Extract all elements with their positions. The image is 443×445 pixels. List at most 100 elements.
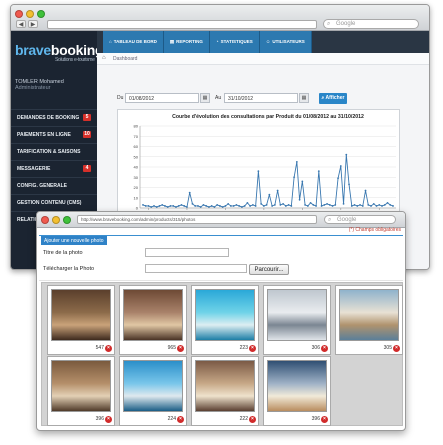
data-point xyxy=(260,203,263,205)
data-point xyxy=(345,153,348,156)
tab-statistiques[interactable]: ◔ STATISTIQUES xyxy=(209,31,260,53)
search-icon: ⌕ xyxy=(328,217,332,223)
data-point xyxy=(210,205,213,207)
close-window-button[interactable] xyxy=(15,10,23,18)
browser-titlebar: http://www.bravebooking.com/admin/produc… xyxy=(37,212,405,228)
data-point xyxy=(320,205,323,207)
calendar-icon[interactable]: ▦ xyxy=(299,93,309,103)
data-point xyxy=(381,205,383,207)
afficher-button[interactable]: ⌕ Afficher xyxy=(319,93,347,104)
back-arrow-icon[interactable]: ◀ xyxy=(16,20,26,28)
y-tick-label: 30 xyxy=(134,175,139,180)
data-point xyxy=(219,205,221,207)
upload-file-input[interactable] xyxy=(145,264,247,273)
data-point xyxy=(364,189,367,192)
tab-label: UTILISATEURS xyxy=(272,39,305,44)
photo-thumbnail[interactable]: 222 × xyxy=(191,356,259,426)
photo-id: 305 xyxy=(383,345,392,351)
delete-icon[interactable]: × xyxy=(321,416,328,423)
photo-title-input[interactable] xyxy=(145,248,229,257)
data-point xyxy=(378,204,381,206)
form-header: Ajouter une nouvelle photo xyxy=(39,235,403,245)
sidebar-item[interactable]: PAIEMENTS EN LIGNE 10 xyxy=(11,126,97,143)
sidebar-item[interactable]: GESTION CONTENU (CMS) xyxy=(11,194,97,211)
data-point xyxy=(282,203,285,205)
delete-icon[interactable]: × xyxy=(321,345,328,352)
tab-utilisateurs[interactable]: ☺ UTILISATEURS xyxy=(259,31,312,53)
data-point xyxy=(194,205,197,207)
data-point xyxy=(389,204,392,206)
sidebar-item[interactable]: MESSAGERIE 4 xyxy=(11,160,97,177)
date-from-label: Du xyxy=(117,95,124,101)
address-bar[interactable] xyxy=(47,20,317,29)
sidebar-item[interactable]: CONFIG. GENERALE xyxy=(11,177,97,194)
data-point xyxy=(304,204,306,206)
browser-search-field[interactable]: ⌕ Google xyxy=(324,215,396,224)
data-point xyxy=(213,206,216,208)
y-tick-label: 40 xyxy=(134,165,139,170)
date-from-input[interactable]: 01/08/2012 xyxy=(125,93,199,103)
data-point xyxy=(235,204,238,206)
zoom-window-button[interactable] xyxy=(37,10,45,18)
data-point xyxy=(372,203,375,205)
data-point xyxy=(359,204,361,206)
data-point xyxy=(197,205,199,207)
minimize-window-button[interactable] xyxy=(52,216,60,224)
data-point xyxy=(339,165,342,167)
photo-id: 965 xyxy=(167,345,176,351)
close-window-button[interactable] xyxy=(41,216,49,224)
address-bar[interactable]: http://www.bravebooking.com/admin/produc… xyxy=(77,215,317,224)
forward-arrow-icon[interactable]: ▶ xyxy=(28,20,38,28)
data-point xyxy=(202,204,205,206)
delete-icon[interactable]: × xyxy=(105,416,112,423)
data-point xyxy=(290,205,293,207)
tab-tableau-de-bord[interactable]: ⌂ TABLEAU DE BORD xyxy=(103,31,164,53)
series-line xyxy=(142,154,394,208)
top-navigation: ⌂ TABLEAU DE BORD ▤ REPORTING ◔ STATISTIQUE… xyxy=(97,31,429,53)
calendar-icon[interactable]: ▦ xyxy=(200,93,210,103)
breadcrumb-label[interactable]: Dashboard xyxy=(113,56,137,62)
photo-thumbnail[interactable]: 547 × xyxy=(47,285,115,355)
tab-reporting[interactable]: ▤ REPORTING xyxy=(163,31,210,53)
date-to-input[interactable]: 31/10/2012 xyxy=(224,93,298,103)
delete-icon[interactable]: × xyxy=(177,416,184,423)
delete-icon[interactable]: × xyxy=(177,345,184,352)
afficher-label: Afficher xyxy=(325,95,345,101)
data-point xyxy=(273,204,276,206)
photo-thumbnail[interactable]: 965 × xyxy=(119,285,187,355)
notification-badge: 5 xyxy=(83,114,91,121)
photo-id: 223 xyxy=(239,345,248,351)
delete-icon[interactable]: × xyxy=(393,345,400,352)
sidebar-item[interactable]: DEMANDES DE BOOKING 5 xyxy=(11,109,97,126)
data-point xyxy=(177,205,180,207)
browse-button[interactable]: Parcourir... xyxy=(249,264,289,275)
photo-thumbnail[interactable]: 396 × xyxy=(263,356,331,426)
data-point xyxy=(331,205,334,207)
photo-thumbnail[interactable]: 224 × xyxy=(119,356,187,426)
zoom-window-button[interactable] xyxy=(63,216,71,224)
photo-id: 306 xyxy=(311,345,320,351)
photo-thumbnail[interactable]: 305 × xyxy=(335,285,403,355)
photo-thumbnail[interactable]: 223 × xyxy=(191,285,259,355)
data-point xyxy=(367,204,370,206)
photo-image xyxy=(51,289,111,341)
brand-logo[interactable]: bravebooking Solutions e-tourisme xyxy=(11,31,104,73)
delete-icon[interactable]: × xyxy=(249,416,256,423)
notification-badge: 4 xyxy=(83,165,91,172)
home-icon: ⌂ xyxy=(109,39,112,44)
photo-thumbnail[interactable]: 306 × xyxy=(263,285,331,355)
browser-search-field[interactable]: ⌕ Google xyxy=(323,19,419,29)
data-point xyxy=(150,206,153,208)
delete-icon[interactable]: × xyxy=(249,345,256,352)
photo-admin-browser-window: http://www.bravebooking.com/admin/produc… xyxy=(36,211,406,431)
photo-title-label: Titre de la photo xyxy=(43,250,83,256)
delete-icon[interactable]: × xyxy=(105,345,112,352)
chart-icon: ▤ xyxy=(169,39,175,44)
home-icon[interactable]: ⌂ xyxy=(102,55,106,61)
data-point xyxy=(180,204,183,206)
search-icon: ⌕ xyxy=(327,21,331,27)
minimize-window-button[interactable] xyxy=(26,10,34,18)
sidebar-item[interactable]: TARIFICATION & SAISONS xyxy=(11,143,97,160)
data-point xyxy=(164,205,166,207)
photo-thumbnail[interactable]: 396 × xyxy=(47,356,115,426)
